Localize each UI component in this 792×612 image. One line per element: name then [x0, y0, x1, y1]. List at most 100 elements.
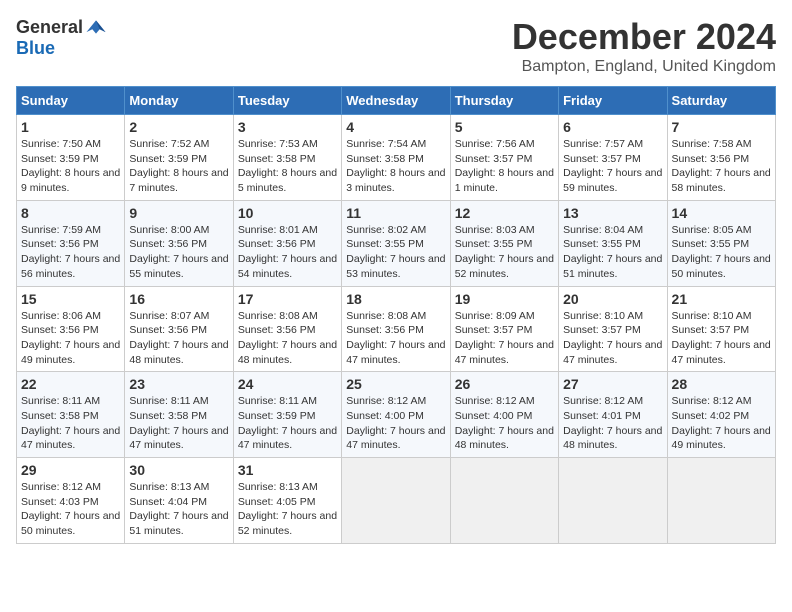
calendar-cell [667, 458, 775, 544]
day-number: 8 [21, 205, 120, 221]
calendar-cell: 27Sunrise: 8:12 AM Sunset: 4:01 PM Dayli… [559, 372, 667, 458]
weekday-thursday: Thursday [450, 87, 558, 115]
weekday-friday: Friday [559, 87, 667, 115]
day-number: 19 [455, 291, 554, 307]
day-content: Sunrise: 8:01 AM Sunset: 3:56 PM Dayligh… [238, 223, 337, 282]
calendar-cell: 18 Sunrise: 8:08 AM Sunset: 3:56 PM Dayli… [342, 286, 450, 372]
day-content: Sunrise: 8:10 AM Sunset: 3:57 PM Dayligh… [672, 309, 771, 368]
logo-blue-text: Blue [16, 38, 55, 59]
day-content: Sunrise: 7:59 AM Sunset: 3:56 PM Dayligh… [21, 223, 120, 282]
day-content: Sunrise: 8:11 AM Sunset: 3:59 PM Dayligh… [238, 394, 337, 453]
day-content: Sunrise: 7:54 AM Sunset: 3:58 PM Dayligh… [346, 137, 445, 196]
day-number: 10 [238, 205, 337, 221]
day-content: Sunrise: 8:13 AM Sunset: 4:04 PM Dayligh… [129, 480, 228, 539]
calendar-cell: 20 Sunrise: 8:10 AM Sunset: 3:57 PM Dayli… [559, 286, 667, 372]
day-content: Sunrise: 8:02 AM Sunset: 3:55 PM Dayligh… [346, 223, 445, 282]
calendar-cell: 8 Sunrise: 7:59 AM Sunset: 3:56 PM Daylig… [17, 200, 125, 286]
day-number: 31 [238, 462, 337, 478]
week-row-4: 22Sunrise: 8:11 AM Sunset: 3:58 PM Dayli… [17, 372, 776, 458]
day-number: 25 [346, 376, 445, 392]
day-content: Sunrise: 7:50 AM Sunset: 3:59 PM Dayligh… [21, 137, 120, 196]
day-content: Sunrise: 8:06 AM Sunset: 3:56 PM Dayligh… [21, 309, 120, 368]
calendar-cell: 15Sunrise: 8:06 AM Sunset: 3:56 PM Dayli… [17, 286, 125, 372]
day-number: 17 [238, 291, 337, 307]
weekday-saturday: Saturday [667, 87, 775, 115]
day-content: Sunrise: 8:08 AM Sunset: 3:56 PM Dayligh… [346, 309, 445, 368]
page-header: General Blue December 2024 Bampton, Engl… [16, 16, 776, 76]
calendar-cell: 4Sunrise: 7:54 AM Sunset: 3:58 PM Daylig… [342, 115, 450, 201]
day-content: Sunrise: 8:07 AM Sunset: 3:56 PM Dayligh… [129, 309, 228, 368]
calendar-table: SundayMondayTuesdayWednesdayThursdayFrid… [16, 86, 776, 544]
calendar-cell [342, 458, 450, 544]
logo-bird-icon [85, 16, 107, 38]
weekday-header-row: SundayMondayTuesdayWednesdayThursdayFrid… [17, 87, 776, 115]
day-number: 28 [672, 376, 771, 392]
day-content: Sunrise: 8:12 AM Sunset: 4:01 PM Dayligh… [563, 394, 662, 453]
day-number: 30 [129, 462, 228, 478]
calendar-cell: 21Sunrise: 8:10 AM Sunset: 3:57 PM Dayli… [667, 286, 775, 372]
calendar-cell: 28 Sunrise: 8:12 AM Sunset: 4:02 PM Dayli… [667, 372, 775, 458]
day-number: 12 [455, 205, 554, 221]
calendar-cell: 23Sunrise: 8:11 AM Sunset: 3:58 PM Dayli… [125, 372, 233, 458]
day-content: Sunrise: 8:12 AM Sunset: 4:00 PM Dayligh… [346, 394, 445, 453]
day-number: 24 [238, 376, 337, 392]
calendar-cell: 11 Sunrise: 8:02 AM Sunset: 3:55 PM Dayli… [342, 200, 450, 286]
weekday-wednesday: Wednesday [342, 87, 450, 115]
day-content: Sunrise: 8:12 AM Sunset: 4:00 PM Dayligh… [455, 394, 554, 453]
day-content: Sunrise: 8:04 AM Sunset: 3:55 PM Dayligh… [563, 223, 662, 282]
calendar-cell: 3 Sunrise: 7:53 AM Sunset: 3:58 PM Daylig… [233, 115, 341, 201]
calendar-cell: 9 Sunrise: 8:00 AM Sunset: 3:56 PM Daylig… [125, 200, 233, 286]
day-content: Sunrise: 7:58 AM Sunset: 3:56 PM Dayligh… [672, 137, 771, 196]
day-number: 1 [21, 119, 120, 135]
day-number: 26 [455, 376, 554, 392]
calendar-cell: 30 Sunrise: 8:13 AM Sunset: 4:04 PM Dayli… [125, 458, 233, 544]
location-subtitle: Bampton, England, United Kingdom [512, 58, 776, 76]
calendar-cell: 5Sunrise: 7:56 AM Sunset: 3:57 PM Daylig… [450, 115, 558, 201]
calendar-cell: 13 Sunrise: 8:04 AM Sunset: 3:55 PM Dayli… [559, 200, 667, 286]
day-content: Sunrise: 8:09 AM Sunset: 3:57 PM Dayligh… [455, 309, 554, 368]
day-number: 3 [238, 119, 337, 135]
day-content: Sunrise: 8:12 AM Sunset: 4:02 PM Dayligh… [672, 394, 771, 453]
calendar-cell: 22Sunrise: 8:11 AM Sunset: 3:58 PM Dayli… [17, 372, 125, 458]
day-number: 7 [672, 119, 771, 135]
day-content: Sunrise: 8:13 AM Sunset: 4:05 PM Dayligh… [238, 480, 337, 539]
calendar-cell: 24 Sunrise: 8:11 AM Sunset: 3:59 PM Dayli… [233, 372, 341, 458]
day-content: Sunrise: 8:03 AM Sunset: 3:55 PM Dayligh… [455, 223, 554, 282]
weekday-sunday: Sunday [17, 87, 125, 115]
day-content: Sunrise: 7:56 AM Sunset: 3:57 PM Dayligh… [455, 137, 554, 196]
calendar-cell: 14 Sunrise: 8:05 AM Sunset: 3:55 PM Dayli… [667, 200, 775, 286]
day-content: Sunrise: 8:00 AM Sunset: 3:56 PM Dayligh… [129, 223, 228, 282]
calendar-cell: 17Sunrise: 8:08 AM Sunset: 3:56 PM Dayli… [233, 286, 341, 372]
day-content: Sunrise: 8:11 AM Sunset: 3:58 PM Dayligh… [21, 394, 120, 453]
day-number: 18 [346, 291, 445, 307]
weekday-tuesday: Tuesday [233, 87, 341, 115]
calendar-cell: 1 Sunrise: 7:50 AM Sunset: 3:59 PM Daylig… [17, 115, 125, 201]
calendar-cell: 19 Sunrise: 8:09 AM Sunset: 3:57 PM Dayli… [450, 286, 558, 372]
calendar-cell: 10 Sunrise: 8:01 AM Sunset: 3:56 PM Dayli… [233, 200, 341, 286]
day-content: Sunrise: 8:12 AM Sunset: 4:03 PM Dayligh… [21, 480, 120, 539]
week-row-2: 8 Sunrise: 7:59 AM Sunset: 3:56 PM Daylig… [17, 200, 776, 286]
day-number: 9 [129, 205, 228, 221]
day-content: Sunrise: 8:10 AM Sunset: 3:57 PM Dayligh… [563, 309, 662, 368]
day-number: 6 [563, 119, 662, 135]
day-number: 20 [563, 291, 662, 307]
calendar-cell: 16Sunrise: 8:07 AM Sunset: 3:56 PM Dayli… [125, 286, 233, 372]
logo: General Blue [16, 16, 107, 59]
calendar-cell: 2Sunrise: 7:52 AM Sunset: 3:59 PM Daylig… [125, 115, 233, 201]
calendar-cell: 29 Sunrise: 8:12 AM Sunset: 4:03 PM Dayli… [17, 458, 125, 544]
day-content: Sunrise: 7:52 AM Sunset: 3:59 PM Dayligh… [129, 137, 228, 196]
day-number: 11 [346, 205, 445, 221]
month-title: December 2024 [512, 16, 776, 58]
day-content: Sunrise: 7:57 AM Sunset: 3:57 PM Dayligh… [563, 137, 662, 196]
week-row-1: 1 Sunrise: 7:50 AM Sunset: 3:59 PM Daylig… [17, 115, 776, 201]
day-number: 29 [21, 462, 120, 478]
calendar-cell: 26 Sunrise: 8:12 AM Sunset: 4:00 PM Dayli… [450, 372, 558, 458]
day-number: 23 [129, 376, 228, 392]
calendar-cell [559, 458, 667, 544]
day-number: 14 [672, 205, 771, 221]
calendar-cell: 7 Sunrise: 7:58 AM Sunset: 3:56 PM Daylig… [667, 115, 775, 201]
day-content: Sunrise: 7:53 AM Sunset: 3:58 PM Dayligh… [238, 137, 337, 196]
logo-general-text: General [16, 17, 83, 38]
day-number: 13 [563, 205, 662, 221]
day-content: Sunrise: 8:05 AM Sunset: 3:55 PM Dayligh… [672, 223, 771, 282]
